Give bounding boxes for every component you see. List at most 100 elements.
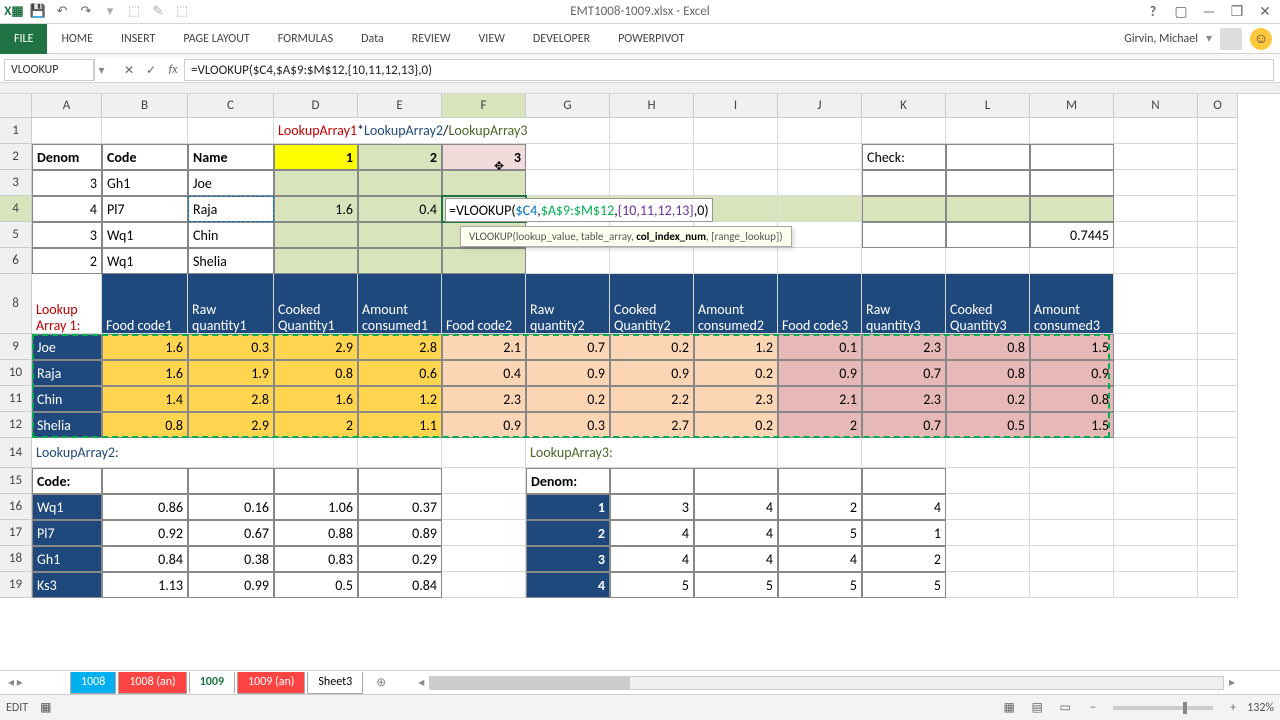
cell[interactable]: Name (188, 144, 274, 170)
cell[interactable]: 0.8 (946, 334, 1030, 360)
cell[interactable]: LookupArray3: (526, 438, 694, 468)
qat-icon[interactable]: ✎ (148, 2, 168, 22)
cell[interactable]: 2.3 (862, 334, 946, 360)
name-box-dropdown-icon[interactable]: ▾ (94, 59, 108, 81)
zoom-in-icon[interactable]: + (1220, 698, 1246, 718)
cell[interactable]: 0.7 (862, 412, 946, 438)
col-header[interactable]: G (526, 94, 610, 118)
tab-pagelayout[interactable]: PAGE LAYOUT (169, 24, 263, 54)
cell[interactable]: 0.9 (778, 360, 862, 386)
view-break-icon[interactable]: ▭ (1052, 698, 1078, 718)
cell[interactable]: 2 (526, 520, 610, 546)
tab-home[interactable]: HOME (47, 24, 107, 54)
cell[interactable]: 0.8 (102, 412, 188, 438)
cell[interactable]: Cooked Quantity3 (946, 274, 1030, 334)
row-header[interactable]: 10 (0, 360, 32, 386)
col-header[interactable]: B (102, 94, 188, 118)
cell[interactable]: 0.7445 (1030, 222, 1114, 248)
tab-insert[interactable]: INSERT (107, 24, 169, 54)
cell[interactable]: Amount consumed2 (694, 274, 778, 334)
qat-more-icon[interactable]: ▾ (100, 2, 120, 22)
zoom-level[interactable]: 132% (1247, 701, 1274, 715)
redo-icon[interactable]: ↷ (76, 2, 96, 22)
cell[interactable]: 4 (694, 494, 778, 520)
cell[interactable]: 4 (32, 196, 102, 222)
user-area[interactable]: Girvin, Michael ▾ ☺ (1124, 28, 1272, 50)
row-header[interactable]: 8 (0, 274, 32, 334)
sheet-tab-active[interactable]: 1009 (189, 672, 235, 694)
zoom-out-icon[interactable]: − (1080, 698, 1106, 718)
row-header[interactable]: 15 (0, 468, 32, 494)
cell[interactable]: 5 (694, 572, 778, 598)
cell[interactable]: 3 (610, 494, 694, 520)
cell[interactable]: 2.3 (442, 386, 526, 412)
cell[interactable]: 0.9 (1030, 360, 1114, 386)
cell[interactable]: 0.9 (442, 412, 526, 438)
cell[interactable]: 1.1 (358, 412, 442, 438)
cell[interactable]: 0.89 (358, 520, 442, 546)
cell[interactable]: Cooked Quantity1 (274, 274, 358, 334)
col-header[interactable]: F (442, 94, 526, 118)
row-header[interactable]: 12 (0, 412, 32, 438)
cell[interactable]: 0.67 (188, 520, 274, 546)
sheet-tab[interactable]: 1008 (70, 672, 116, 694)
sheet-tab[interactable]: 1008 (an) (118, 672, 186, 694)
cell[interactable]: Code (102, 144, 188, 170)
cell[interactable]: 3 (442, 144, 526, 170)
save-icon[interactable]: 💾 (28, 2, 48, 22)
cells-area[interactable]: LookupArray1*LookupArray2/LookupArray3 D… (32, 118, 1238, 598)
cell[interactable]: 4 (526, 572, 610, 598)
cell[interactable]: 3 (526, 546, 610, 572)
row-header[interactable]: 17 (0, 520, 32, 546)
col-header[interactable]: H (610, 94, 694, 118)
cell[interactable]: 2 (778, 412, 862, 438)
cell[interactable]: 2.8 (188, 386, 274, 412)
cell[interactable]: 0.7 (862, 360, 946, 386)
cell[interactable]: Denom (32, 144, 102, 170)
cell[interactable]: 1.5 (1030, 334, 1114, 360)
cell[interactable]: 4 (862, 494, 946, 520)
cell[interactable]: 2 (32, 248, 102, 274)
cell[interactable]: Ks3 (32, 572, 102, 598)
cell[interactable]: Joe (188, 170, 274, 196)
maximize-icon[interactable]: ❐ (1226, 2, 1248, 22)
qat-icon[interactable]: ⬚ (124, 2, 144, 22)
cell[interactable]: Gh1 (32, 546, 102, 572)
cell[interactable]: 5 (778, 572, 862, 598)
cell[interactable]: 0.86 (102, 494, 188, 520)
sheet-nav[interactable]: ◂ ▸ (0, 675, 70, 690)
cell[interactable]: 0.6 (358, 360, 442, 386)
help-icon[interactable]: ? (1142, 2, 1164, 22)
row-header[interactable]: 2 (0, 144, 32, 170)
cell[interactable]: 5 (862, 572, 946, 598)
cell[interactable]: 0.2 (694, 412, 778, 438)
col-header[interactable]: D (274, 94, 358, 118)
cell[interactable]: 0.4 (358, 196, 442, 222)
cell[interactable]: Raja (188, 196, 274, 222)
cell[interactable]: 1.2 (694, 334, 778, 360)
cell[interactable]: Chin (32, 386, 102, 412)
cell[interactable]: 0.2 (946, 386, 1030, 412)
row-header[interactable]: 16 (0, 494, 32, 520)
cell[interactable]: Raja (32, 360, 102, 386)
cell[interactable]: 0.84 (358, 572, 442, 598)
macro-icon[interactable]: ▦ (40, 700, 51, 715)
cell[interactable]: 0.38 (188, 546, 274, 572)
cell[interactable]: 0.84 (102, 546, 188, 572)
cell[interactable]: Wq1 (32, 494, 102, 520)
cell[interactable]: Shelia (188, 248, 274, 274)
cell[interactable]: 0.5 (274, 572, 358, 598)
cell[interactable]: 1.6 (274, 386, 358, 412)
cell[interactable]: 0.2 (526, 386, 610, 412)
tab-developer[interactable]: DEVELOPER (519, 24, 604, 54)
cell[interactable]: 0.16 (188, 494, 274, 520)
cell[interactable]: 0.9 (526, 360, 610, 386)
cell[interactable]: 0.2 (694, 360, 778, 386)
cell[interactable]: Food code3 (778, 274, 862, 334)
cell[interactable]: 4 (610, 520, 694, 546)
col-header[interactable]: I (694, 94, 778, 118)
cell[interactable]: Wq1 (102, 248, 188, 274)
view-layout-icon[interactable]: ▤ (1024, 698, 1050, 718)
cell[interactable]: 1.6 (102, 360, 188, 386)
cell[interactable]: 0.37 (358, 494, 442, 520)
